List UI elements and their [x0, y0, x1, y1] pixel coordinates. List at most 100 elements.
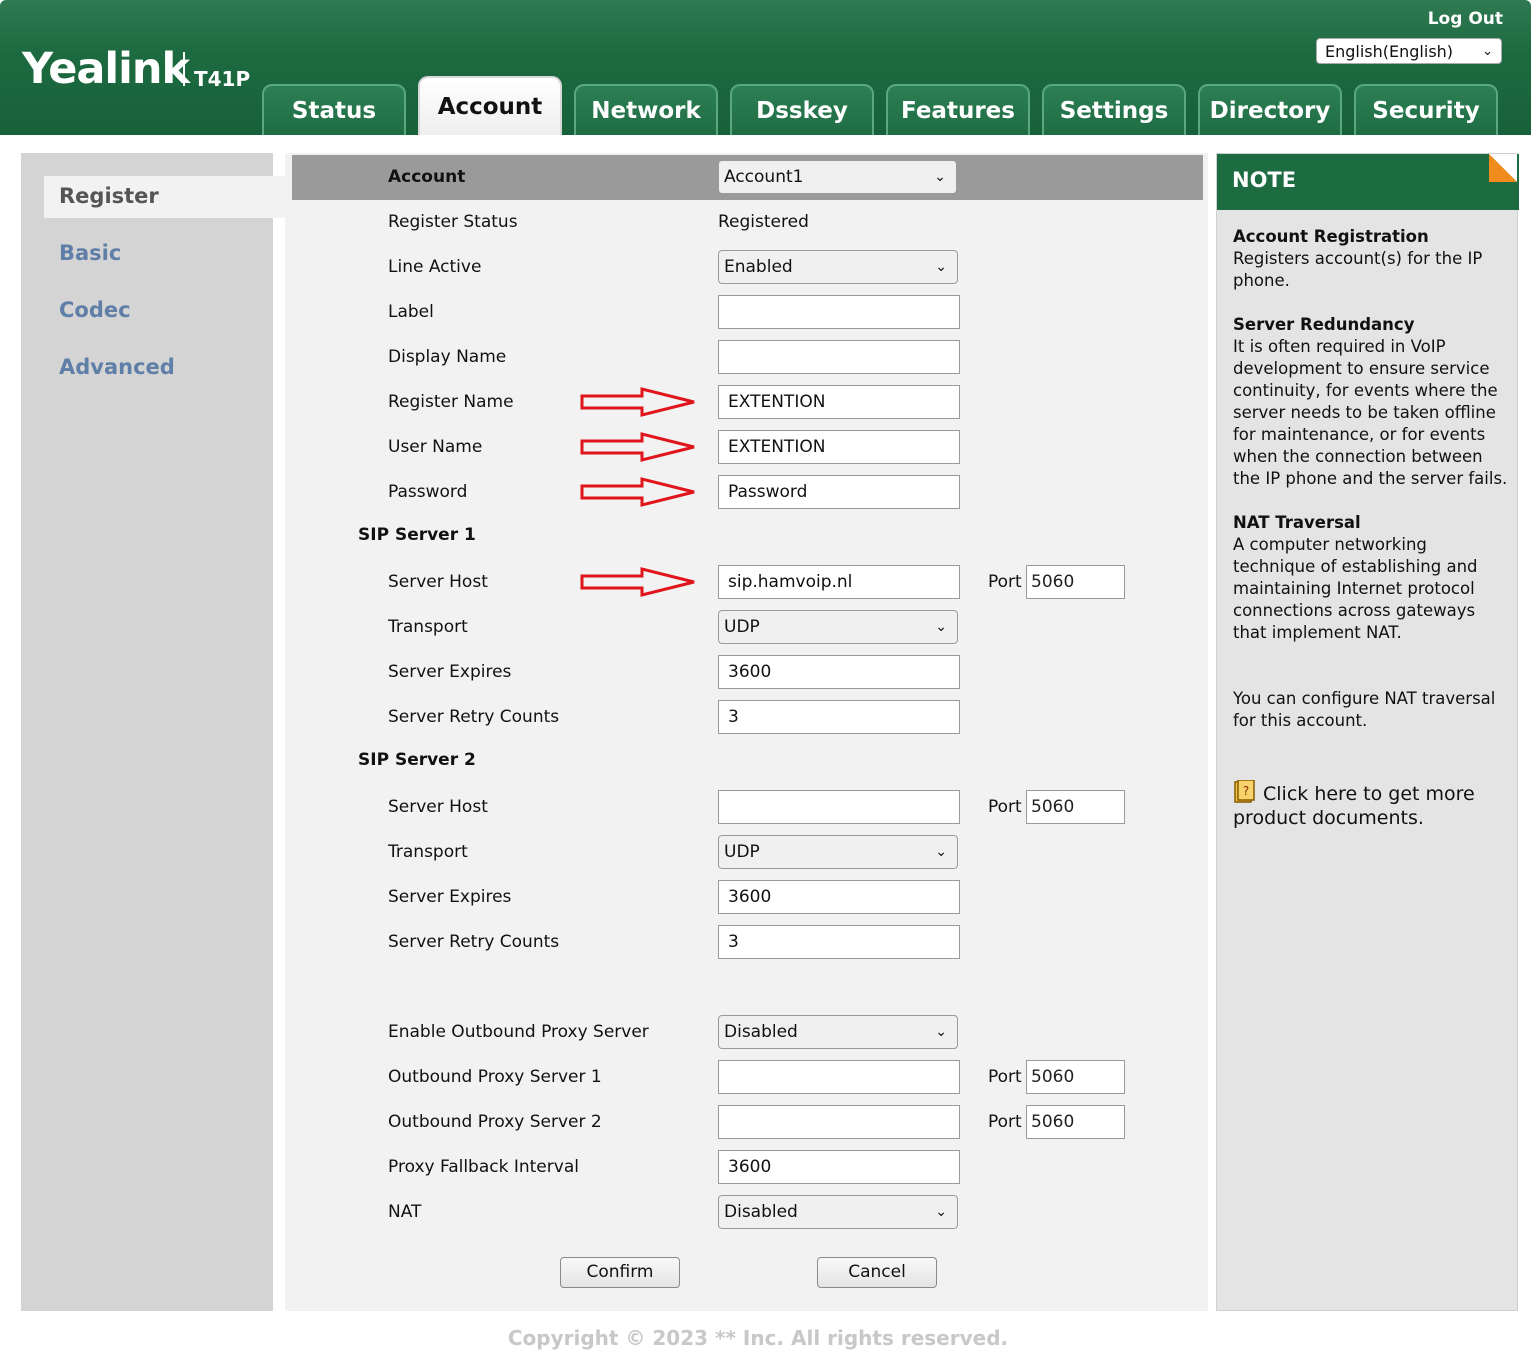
outbound1-input[interactable] [718, 1060, 960, 1094]
docs-link-text[interactable]: Click here to get more product documents… [1233, 783, 1475, 829]
sip2-transport-label: Transport [388, 842, 468, 862]
tab-network[interactable]: Network [574, 84, 718, 135]
chevron-down-icon: ⌄ [935, 619, 947, 635]
note-panel: NOTE Account Registration Registers acco… [1216, 153, 1519, 1311]
label-input[interactable] [718, 295, 960, 329]
user-name-input[interactable]: EXTENTION [718, 430, 960, 464]
logo-separator [183, 52, 185, 86]
password-label: Password [388, 482, 468, 502]
sip1-transport-value: UDP [724, 617, 760, 637]
sip2-port-input[interactable]: 5060 [1026, 790, 1125, 824]
sip-server-1-title: SIP Server 1 [358, 525, 476, 545]
tab-account[interactable]: Account [418, 76, 562, 135]
red-arrow-icon [580, 432, 695, 462]
tab-security[interactable]: Security [1354, 84, 1498, 135]
svg-text:?: ? [1243, 784, 1249, 798]
outbound2-port-input[interactable]: 5060 [1026, 1105, 1125, 1139]
note-account-reg-text: Registers account(s) for the IP phone. [1233, 249, 1483, 290]
sidebar-item-advanced[interactable]: Advanced [59, 355, 175, 379]
chevron-down-icon: ⌄ [935, 1204, 947, 1220]
sip1-transport-label: Transport [388, 617, 468, 637]
header: Yealink T41P Log Out English(English) ⌄ … [0, 0, 1531, 135]
outbound-enable-label: Enable Outbound Proxy Server [388, 1022, 649, 1042]
note-account-registration: Account Registration Registers account(s… [1233, 226, 1509, 292]
cancel-button[interactable]: Cancel [817, 1257, 937, 1288]
outbound1-port-label: Port [988, 1067, 1022, 1087]
language-value: English(English) [1325, 42, 1454, 61]
sip2-port-label: Port [988, 797, 1022, 817]
tab-status[interactable]: Status [262, 84, 406, 135]
note-redundancy-title: Server Redundancy [1233, 315, 1415, 334]
sip1-port-label: Port [988, 572, 1022, 592]
language-select[interactable]: English(English) ⌄ [1316, 38, 1502, 64]
password-input[interactable]: Password [718, 475, 960, 509]
sip1-expires-input[interactable]: 3600 [718, 655, 960, 689]
tab-features[interactable]: Features [886, 84, 1030, 135]
outbound-enable-value: Disabled [724, 1022, 798, 1042]
note-nat-config: You can configure NAT traversal for this… [1233, 689, 1496, 730]
register-name-label: Register Name [388, 392, 514, 412]
chevron-down-icon: ⌄ [935, 844, 947, 860]
sidebar: Register Basic Codec Advanced [21, 153, 285, 1311]
account-select[interactable]: Account1 ⌄ [718, 160, 957, 194]
register-status-value: Registered [718, 212, 809, 232]
label-label: Label [388, 302, 434, 322]
note-header: NOTE [1217, 154, 1519, 210]
yealink-logo: Yealink [22, 44, 190, 94]
sip2-transport-select[interactable]: UDP ⌄ [718, 835, 958, 869]
sip2-retry-input[interactable]: 3 [718, 925, 960, 959]
fallback-label: Proxy Fallback Interval [388, 1157, 579, 1177]
sip1-transport-select[interactable]: UDP ⌄ [718, 610, 958, 644]
note-title: NOTE [1232, 168, 1297, 192]
note-nat-traversal: NAT Traversal A computer networking tech… [1233, 512, 1509, 644]
chevron-down-icon: ⌄ [935, 259, 947, 275]
sip1-port-input[interactable]: 5060 [1026, 565, 1125, 599]
display-name-input[interactable] [718, 340, 960, 374]
account-value: Account1 [724, 167, 804, 187]
sip1-expires-label: Server Expires [388, 662, 512, 682]
outbound1-port-input[interactable]: 5060 [1026, 1060, 1125, 1094]
document-icon: ? [1234, 779, 1255, 803]
line-active-select[interactable]: Enabled ⌄ [718, 250, 958, 284]
sidebar-item-codec[interactable]: Codec [59, 298, 131, 322]
note-account-reg-title: Account Registration [1233, 227, 1429, 246]
sidebar-item-basic[interactable]: Basic [59, 241, 121, 265]
logout-link[interactable]: Log Out [1428, 9, 1503, 29]
user-name-label: User Name [388, 437, 483, 457]
outbound1-label: Outbound Proxy Server 1 [388, 1067, 602, 1087]
tab-settings[interactable]: Settings [1042, 84, 1186, 135]
tab-directory[interactable]: Directory [1198, 84, 1342, 135]
account-label: Account [388, 167, 466, 187]
line-active-value: Enabled [724, 257, 793, 277]
sip1-retry-input[interactable]: 3 [718, 700, 960, 734]
fallback-input[interactable]: 3600 [718, 1150, 960, 1184]
nat-select[interactable]: Disabled ⌄ [718, 1195, 958, 1229]
register-name-input[interactable]: EXTENTION [718, 385, 960, 419]
confirm-button[interactable]: Confirm [560, 1257, 680, 1288]
nat-value: Disabled [724, 1202, 798, 1222]
model-name: T41P [194, 67, 251, 91]
red-arrow-icon [580, 567, 695, 597]
sip2-expires-input[interactable]: 3600 [718, 880, 960, 914]
sip2-retry-label: Server Retry Counts [388, 932, 560, 952]
docs-link[interactable]: ? Click here to get more product documen… [1233, 779, 1509, 830]
outbound2-port-label: Port [988, 1112, 1022, 1132]
sip1-retry-label: Server Retry Counts [388, 707, 560, 727]
tab-dsskey[interactable]: Dsskey [730, 84, 874, 135]
sip2-host-input[interactable] [718, 790, 960, 824]
note-nat-title: NAT Traversal [1233, 513, 1361, 532]
outbound-enable-select[interactable]: Disabled ⌄ [718, 1015, 958, 1049]
sip-server-2-title: SIP Server 2 [358, 750, 476, 770]
red-arrow-icon [580, 387, 695, 417]
outbound2-input[interactable] [718, 1105, 960, 1139]
sip1-host-input[interactable]: sip.hamvoip.nl [718, 565, 960, 599]
account-form: Account Account1 ⌄ Register Status Regis… [285, 153, 1208, 1311]
register-status-label: Register Status [388, 212, 518, 232]
line-active-label: Line Active [388, 257, 482, 277]
chevron-down-icon: ⌄ [1482, 44, 1493, 59]
note-nat-text: A computer networking technique of estab… [1233, 535, 1478, 642]
sip2-host-label: Server Host [388, 797, 488, 817]
sidebar-item-register[interactable]: Register [59, 184, 159, 208]
sip2-expires-label: Server Expires [388, 887, 512, 907]
copyright-footer: Copyright © 2023 ** Inc. All rights rese… [507, 1326, 1009, 1350]
